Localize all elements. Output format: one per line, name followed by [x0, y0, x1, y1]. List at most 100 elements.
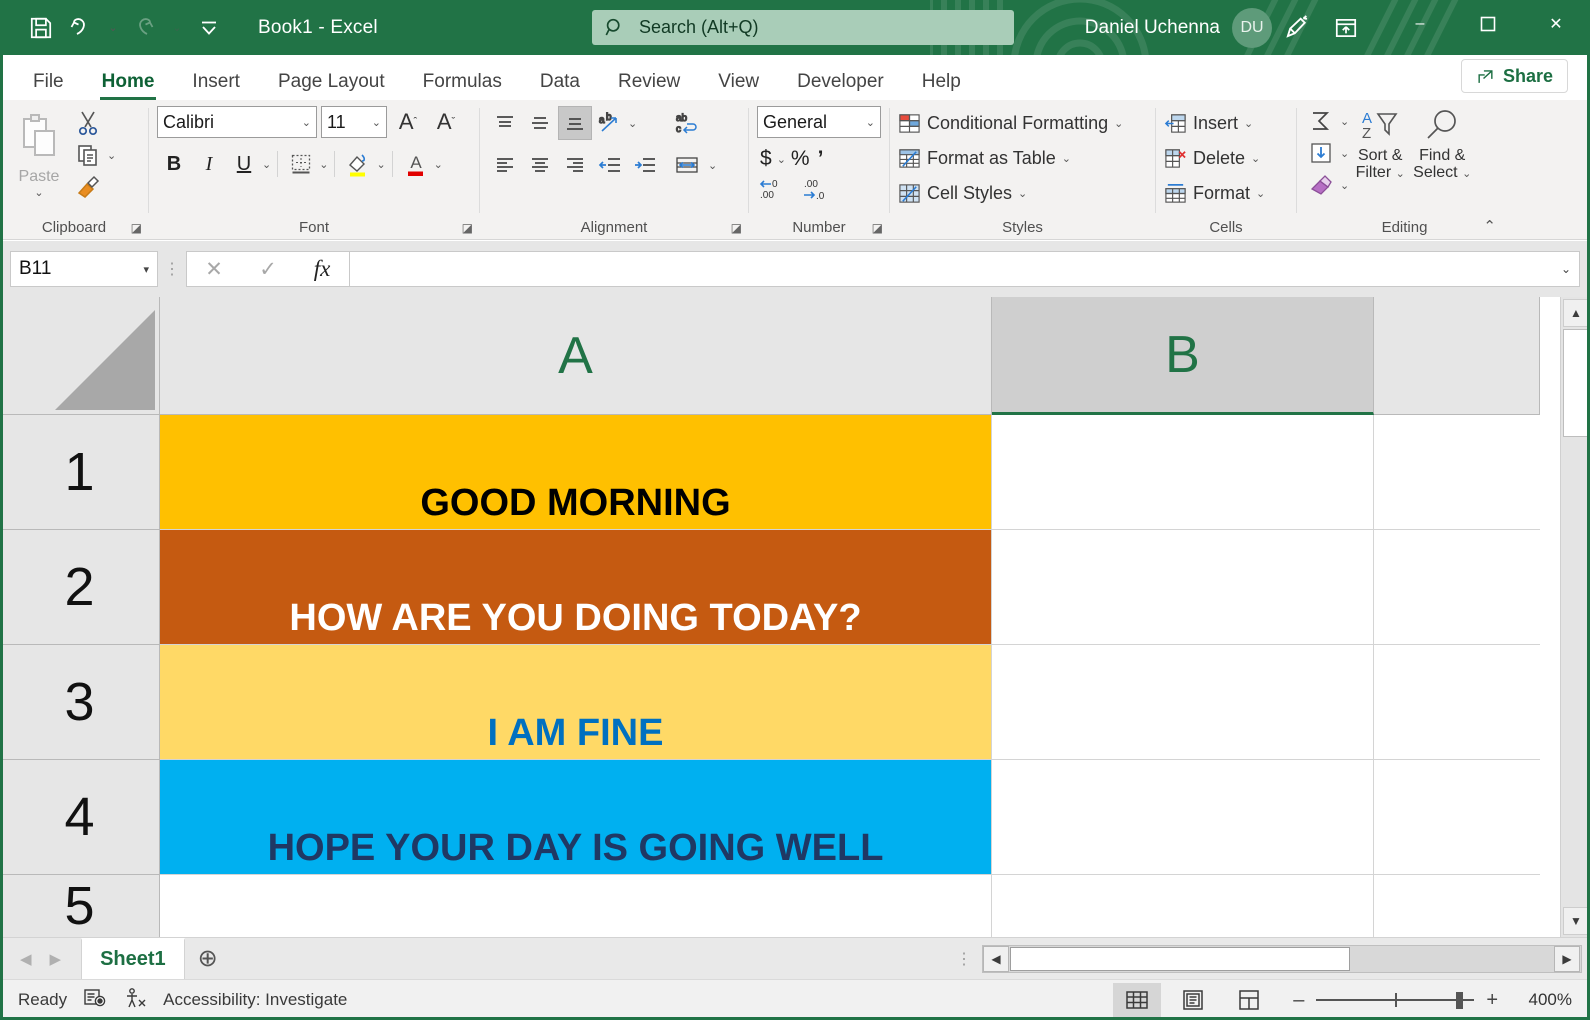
- middle-align-button[interactable]: [523, 106, 557, 140]
- format-chevron-down-icon[interactable]: ⌄: [1256, 187, 1265, 200]
- cell-b1[interactable]: [992, 415, 1374, 530]
- font-name-input[interactable]: Calibri ⌄: [157, 106, 317, 138]
- add-sheet-button[interactable]: ⊕: [185, 944, 231, 973]
- row-header-4[interactable]: 4: [0, 760, 160, 875]
- cell-a1[interactable]: GOOD MORNING: [160, 415, 992, 530]
- cell-a2[interactable]: HOW ARE YOU DOING TODAY?: [160, 530, 992, 645]
- horizontal-scrollbar[interactable]: ◀ ▶: [982, 945, 1582, 973]
- copy-icon[interactable]: [72, 140, 104, 170]
- paste-button[interactable]: Paste ⌄: [8, 106, 70, 199]
- tab-help[interactable]: Help: [903, 72, 980, 100]
- sort-and-filter-button[interactable]: A Z Sort & Filter ⌄: [1349, 106, 1411, 182]
- italic-button[interactable]: I: [192, 147, 226, 181]
- undo-dropdown-chevron-down-icon[interactable]: ⌄: [102, 9, 124, 47]
- cell-a5[interactable]: [160, 875, 992, 941]
- underline-button[interactable]: U: [227, 147, 261, 181]
- formula-input[interactable]: ⌄: [350, 251, 1580, 287]
- zoom-in-button[interactable]: +: [1486, 989, 1498, 1012]
- tab-page-layout[interactable]: Page Layout: [259, 72, 404, 100]
- merge-and-center-icon[interactable]: [670, 148, 704, 182]
- column-header-c[interactable]: [1374, 297, 1540, 415]
- align-right-button[interactable]: [558, 148, 592, 182]
- increase-indent-button[interactable]: [628, 148, 662, 182]
- alignment-dialog-launcher-icon[interactable]: ◪: [731, 221, 742, 235]
- merge-chevron-down-icon[interactable]: ⌄: [708, 159, 717, 172]
- cut-icon[interactable]: [72, 108, 104, 138]
- cell-a3[interactable]: I AM FINE: [160, 645, 992, 760]
- delete-cells-button[interactable]: Delete ⌄: [1164, 143, 1265, 174]
- increase-decimal-button[interactable]: .00 .0: [801, 176, 835, 202]
- cell-c4[interactable]: [1374, 760, 1540, 875]
- cell-c2[interactable]: [1374, 530, 1540, 645]
- autosum-icon[interactable]: [1305, 106, 1337, 136]
- name-box[interactable]: B11 ▾: [10, 251, 158, 287]
- macro-record-icon[interactable]: [83, 987, 107, 1014]
- clipboard-dialog-launcher-icon[interactable]: ◪: [131, 221, 142, 235]
- close-button[interactable]: ✕: [1522, 0, 1590, 48]
- font-size-chevron-down-icon[interactable]: ⌄: [372, 116, 381, 129]
- fill-icon[interactable]: [1305, 138, 1337, 168]
- cell-c3[interactable]: [1374, 645, 1540, 760]
- row-header-2[interactable]: 2: [0, 530, 160, 645]
- column-header-a[interactable]: A: [160, 297, 992, 415]
- font-dialog-launcher-icon[interactable]: ◪: [462, 221, 473, 235]
- conditional-formatting-button[interactable]: Conditional Formatting ⌄: [898, 108, 1123, 139]
- bottom-align-button[interactable]: [558, 106, 592, 140]
- vertical-scrollbar[interactable]: ▲ ▼: [1560, 297, 1590, 937]
- decrease-decimal-button[interactable]: 0 .00: [757, 176, 791, 202]
- increase-font-size-button[interactable]: Aˆ: [391, 106, 425, 138]
- tab-data[interactable]: Data: [521, 72, 599, 100]
- page-break-preview-icon[interactable]: [1225, 983, 1273, 1017]
- find-and-select-button[interactable]: Find & Select ⌄: [1411, 106, 1473, 182]
- column-header-b[interactable]: B: [992, 297, 1374, 415]
- zoom-slider-handle[interactable]: [1456, 992, 1463, 1009]
- percent-button[interactable]: %: [788, 144, 813, 174]
- number-format-chevron-down-icon[interactable]: ⌄: [866, 116, 875, 129]
- collapse-ribbon-chevron-up-icon[interactable]: ⌃: [1483, 217, 1496, 235]
- delete-chevron-down-icon[interactable]: ⌄: [1251, 152, 1260, 165]
- share-button[interactable]: Share: [1461, 59, 1568, 93]
- conditional-formatting-chevron-down-icon[interactable]: ⌄: [1114, 117, 1123, 130]
- top-align-button[interactable]: [488, 106, 522, 140]
- vertical-scrollbar-thumb[interactable]: [1563, 329, 1589, 437]
- fill-chevron-down-icon[interactable]: ⌄: [1340, 147, 1349, 160]
- decrease-font-size-button[interactable]: Aˇ: [429, 106, 463, 138]
- insert-chevron-down-icon[interactable]: ⌄: [1244, 117, 1253, 130]
- select-all-button[interactable]: [0, 297, 160, 415]
- cancel-button[interactable]: ✕: [187, 252, 241, 286]
- borders-icon[interactable]: [284, 147, 318, 181]
- fill-color-chevron-down-icon[interactable]: ⌄: [376, 158, 385, 171]
- currency-chevron-down-icon[interactable]: ⌄: [777, 153, 786, 166]
- tab-developer[interactable]: Developer: [778, 72, 903, 100]
- accessibility-icon[interactable]: [123, 987, 147, 1014]
- insert-function-button[interactable]: fx: [295, 252, 349, 286]
- borders-chevron-down-icon[interactable]: ⌄: [319, 158, 328, 171]
- undo-icon[interactable]: [62, 9, 100, 47]
- format-as-table-chevron-down-icon[interactable]: ⌄: [1062, 152, 1071, 165]
- name-box-chevron-down-icon[interactable]: ▾: [143, 263, 149, 276]
- scroll-down-arrow-icon[interactable]: ▼: [1563, 907, 1589, 935]
- cell-b5[interactable]: [992, 875, 1374, 941]
- redo-icon[interactable]: [126, 9, 164, 47]
- page-layout-view-icon[interactable]: [1169, 983, 1217, 1017]
- cell-styles-chevron-down-icon[interactable]: ⌄: [1018, 187, 1027, 200]
- font-color-icon[interactable]: A: [399, 147, 433, 181]
- cell-c5[interactable]: [1374, 875, 1540, 941]
- ribbon-display-options-icon[interactable]: [1324, 8, 1368, 48]
- scroll-up-arrow-icon[interactable]: ▲: [1563, 299, 1589, 327]
- font-size-input[interactable]: 11 ⌄: [321, 106, 387, 138]
- row-header-5[interactable]: 5: [0, 875, 160, 941]
- underline-chevron-down-icon[interactable]: ⌄: [262, 158, 271, 171]
- wrap-text-icon[interactable]: ab c: [670, 106, 704, 140]
- tab-file[interactable]: File: [14, 72, 83, 100]
- align-left-button[interactable]: [488, 148, 522, 182]
- cell-b3[interactable]: [992, 645, 1374, 760]
- center-align-button[interactable]: [523, 148, 557, 182]
- decrease-indent-button[interactable]: [593, 148, 627, 182]
- autosum-chevron-down-icon[interactable]: ⌄: [1340, 115, 1349, 128]
- row-header-3[interactable]: 3: [0, 645, 160, 760]
- next-sheet-arrow-icon[interactable]: ▶: [50, 950, 62, 968]
- currency-button[interactable]: $: [757, 144, 775, 174]
- font-color-chevron-down-icon[interactable]: ⌄: [434, 158, 443, 171]
- cell-b4[interactable]: [992, 760, 1374, 875]
